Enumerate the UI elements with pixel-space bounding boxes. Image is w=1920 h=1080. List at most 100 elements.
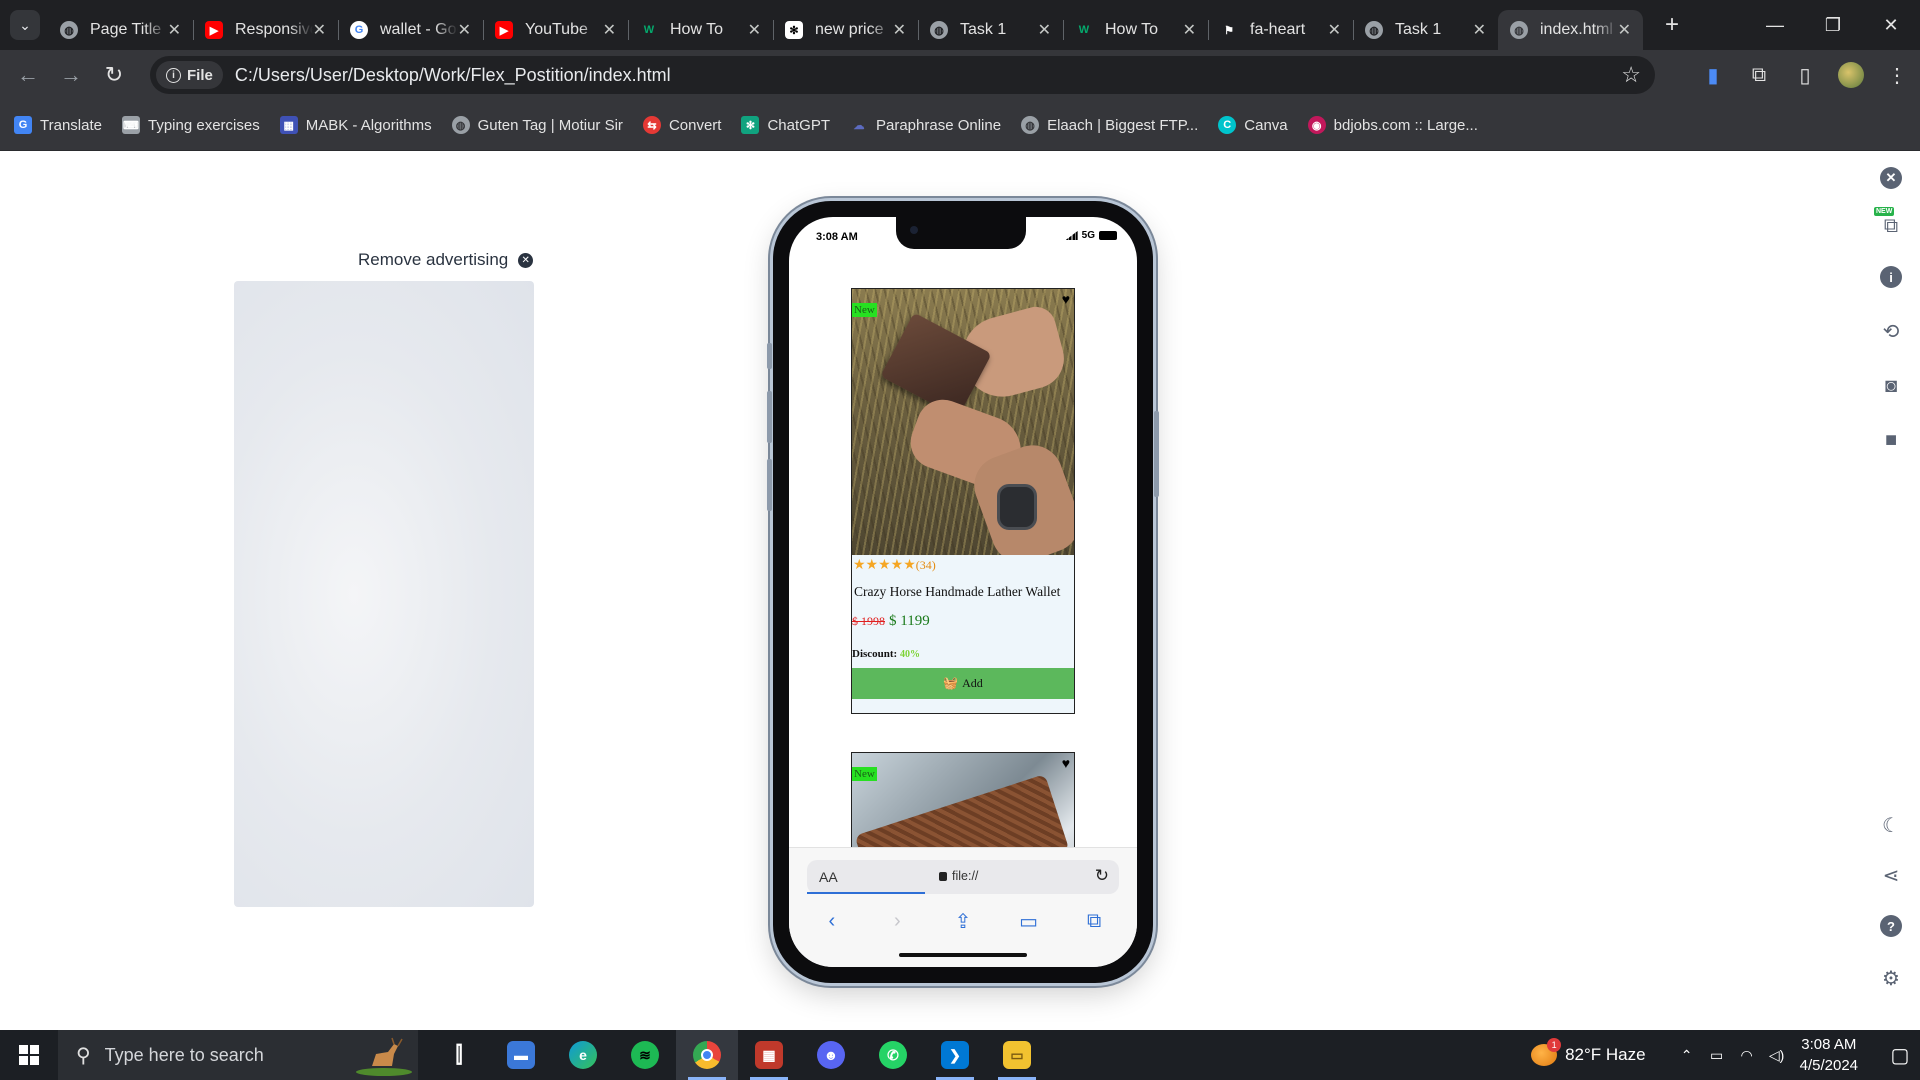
profile-avatar[interactable] <box>1838 62 1864 88</box>
device-select-button[interactable]: NEW ⧉ <box>1874 207 1906 241</box>
bookmark-elaach[interactable]: ◍ Elaach | Biggest FTP... <box>1021 116 1198 134</box>
site-info-chip[interactable]: i File <box>156 61 223 89</box>
bookmark-guten-tag[interactable]: ◍ Guten Tag | Motiur Sir <box>451 116 623 134</box>
close-simulator-button[interactable]: ✕ <box>1876 163 1906 193</box>
bookmark-label: Elaach | Biggest FTP... <box>1047 116 1199 134</box>
close-tab-icon[interactable]: ✕ <box>603 20 616 40</box>
tab-task-1-b[interactable]: ◍ Task 1 ✕ <box>1353 10 1498 50</box>
bookmark-chatgpt[interactable]: ✻ ChatGPT <box>741 116 830 134</box>
menu-kebab-icon[interactable]: ⋮ <box>1874 50 1920 100</box>
bookmark-paraphrase[interactable]: ☁ Paraphrase Online <box>850 116 1002 134</box>
taskbar-app-vscode[interactable]: ❯ <box>924 1030 986 1080</box>
reload-icon[interactable]: ↻ <box>1095 866 1109 886</box>
puzzle-icon[interactable]: ⧉ <box>1736 50 1782 100</box>
wifi-icon[interactable]: ◠ <box>1732 1047 1762 1064</box>
forward-button[interactable]: → <box>56 60 86 90</box>
close-tab-icon[interactable]: ✕ <box>1618 20 1631 40</box>
extension-icon[interactable]: ▮ <box>1690 50 1736 100</box>
minimize-icon[interactable]: — <box>1746 0 1804 50</box>
reader-aa-button[interactable]: AA <box>819 869 838 885</box>
dark-mode-button[interactable]: ☾ <box>1876 810 1906 840</box>
side-panel-icon[interactable]: ▯ <box>1782 50 1828 100</box>
restore-icon[interactable]: ❐ <box>1804 0 1862 50</box>
forward-chevron-icon[interactable]: › <box>882 908 912 934</box>
share-icon[interactable]: ⇪ <box>948 908 978 934</box>
tab-title: Page Title <box>90 21 162 38</box>
weather-widget[interactable]: 1 82°F Haze <box>1531 1038 1646 1066</box>
notifications-icon[interactable]: ▢ <box>1880 1030 1920 1080</box>
add-to-cart-button[interactable]: 🧺 Add <box>852 668 1074 699</box>
bookmark-translate[interactable]: G Translate <box>14 116 102 134</box>
bookmark-canva[interactable]: C Canva <box>1218 116 1288 134</box>
volume-icon[interactable]: ◁) <box>1762 1047 1792 1064</box>
taskbar-app-network[interactable]: ▬ <box>490 1030 552 1080</box>
taskbar-clock[interactable]: 3:08 AM 4/5/2024 <box>1800 1034 1858 1076</box>
battery-icon[interactable]: ▭ <box>1702 1047 1732 1064</box>
search-highlight-deer-icon <box>356 1037 412 1076</box>
address-bar[interactable]: i File C:/Users/User/Desktop/Work/Flex_Po… <box>150 56 1655 94</box>
url-text[interactable]: C:/Users/User/Desktop/Work/Flex_Postitio… <box>235 65 671 86</box>
bookmark-star-icon[interactable]: ☆ <box>1621 62 1641 88</box>
close-tab-icon[interactable]: ✕ <box>893 20 906 40</box>
taskbar-app-media[interactable]: ▦ <box>738 1030 800 1080</box>
info-button[interactable]: i <box>1876 262 1906 292</box>
bookmark-convert[interactable]: ⇆ Convert <box>642 116 721 134</box>
help-button[interactable]: ? <box>1876 911 1906 941</box>
add-button-label: Add <box>962 676 983 690</box>
rating-count: (34) <box>915 557 936 572</box>
tabs-icon[interactable]: ⧉ <box>1079 908 1109 934</box>
taskbar-app-spotify[interactable]: ≋ <box>614 1030 676 1080</box>
chevron-up-icon[interactable]: ⌃ <box>1672 1047 1702 1064</box>
bookmarks-book-icon[interactable]: ▭ <box>1014 908 1044 934</box>
share-button[interactable]: ⋖ <box>1876 860 1906 890</box>
back-chevron-icon[interactable]: ‹ <box>817 908 847 934</box>
heart-icon[interactable]: ♥ <box>1062 755 1070 771</box>
new-tab-button[interactable]: + <box>1657 10 1687 40</box>
browser-tab-strip: ⌄ ◍ Page Title ✕ ▶ Responsive ✕ Gwallet - Go… <box>0 0 1920 50</box>
phone-page-content[interactable]: New ♥ ★★★★★ (34) Crazy Horse Handmade Lat… <box>789 267 1137 847</box>
back-button[interactable]: ← <box>13 60 43 90</box>
record-button[interactable]: ■ <box>1876 425 1906 455</box>
tab-title: wallet - Google <box>380 21 458 38</box>
tab-task-1-a[interactable]: ◍ Task 1 ✕ <box>918 10 1063 50</box>
taskbar-app-chrome[interactable] <box>676 1030 738 1080</box>
tab-index-html[interactable]: ◍ index.html ✕ <box>1498 10 1643 50</box>
reload-button[interactable]: ↻ <box>99 60 129 90</box>
tab-wallet-google[interactable]: Gwallet - Google✕ <box>338 10 483 50</box>
settings-button[interactable]: ⚙ <box>1876 963 1906 993</box>
tab-new-price[interactable]: ✻ new price ✕ <box>773 10 918 50</box>
close-tab-icon[interactable]: ✕ <box>168 20 181 40</box>
cloud-icon: ☁ <box>853 119 865 132</box>
rotate-button[interactable]: ⟲ <box>1876 316 1906 346</box>
close-tab-icon[interactable]: ✕ <box>313 20 326 40</box>
tab-responsive[interactable]: ▶ Responsive ✕ <box>193 10 338 50</box>
close-tab-icon[interactable]: ✕ <box>748 20 761 40</box>
task-view-button[interactable]: ⫿ <box>428 1030 490 1080</box>
tab-search-button[interactable]: ⌄ <box>10 10 40 40</box>
heart-icon[interactable]: ♥ <box>1062 291 1070 307</box>
close-tab-icon[interactable]: ✕ <box>1183 20 1196 40</box>
tab-fa-heart[interactable]: ⚑ fa-heart ✕ <box>1208 10 1353 50</box>
close-tab-icon[interactable]: ✕ <box>458 20 471 40</box>
screenshot-button[interactable]: ◙ <box>1876 371 1906 401</box>
tab-how-to-1[interactable]: W How To ✕ <box>628 10 773 50</box>
taskbar-app-whatsapp[interactable]: ✆ <box>862 1030 924 1080</box>
tab-youtube[interactable]: ▶ YouTube ✕ <box>483 10 628 50</box>
taskbar-app-edge[interactable]: e <box>552 1030 614 1080</box>
bookmark-bdjobs[interactable]: ◉ bdjobs.com :: Large... <box>1307 116 1478 134</box>
taskbar-app-file-explorer[interactable]: ▭ <box>986 1030 1048 1080</box>
taskbar-search[interactable]: ⚲ Type here to search <box>58 1030 418 1080</box>
start-button[interactable] <box>0 1030 58 1080</box>
bookmark-mabk[interactable]: ▦ MABK - Algorithms <box>279 116 432 134</box>
safari-address-bar[interactable]: AA file:// ↻ <box>807 860 1119 894</box>
tab-page-title[interactable]: ◍ Page Title ✕ <box>48 10 193 50</box>
tab-how-to-2[interactable]: W How To ✕ <box>1063 10 1208 50</box>
taskbar-app-discord[interactable]: ☻ <box>800 1030 862 1080</box>
task-view-icon: ⫿ <box>455 1042 463 1067</box>
bookmark-typing[interactable]: ⌨ Typing exercises <box>121 116 260 134</box>
close-tab-icon[interactable]: ✕ <box>1328 20 1341 40</box>
close-window-icon[interactable]: ✕ <box>1862 0 1920 50</box>
close-tab-icon[interactable]: ✕ <box>1473 20 1486 40</box>
close-tab-icon[interactable]: ✕ <box>1038 20 1051 40</box>
remove-advertising-link[interactable]: Remove advertising ✕ <box>358 250 534 270</box>
